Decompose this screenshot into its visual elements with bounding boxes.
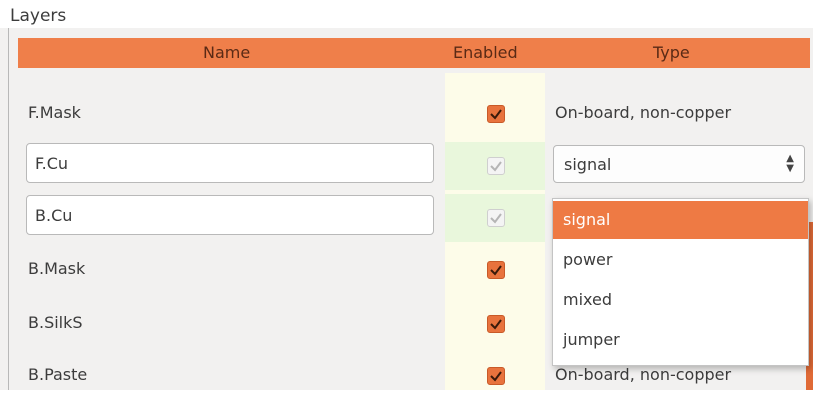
layer-type-select[interactable]: signal ▲ ▼: [553, 145, 805, 183]
layer-type: On-board, non-copper: [555, 103, 732, 122]
layer-name: B.SilkS: [28, 313, 83, 332]
column-header-name[interactable]: Name: [203, 43, 250, 62]
layer-type-dropdown: signal power mixed jumper: [552, 198, 809, 366]
checkmark-icon: [490, 319, 502, 330]
table-row-f-cu: F.Cu signal ▲ ▼: [18, 142, 810, 190]
enabled-checkbox[interactable]: [487, 315, 505, 333]
layer-name-value: B.Cu: [35, 206, 73, 225]
layer-name-value: F.Cu: [35, 154, 69, 173]
dropdown-option-power[interactable]: power: [553, 241, 808, 279]
checkmark-icon: [490, 161, 502, 172]
enabled-checkbox: [487, 157, 505, 175]
checkmark-icon: [490, 265, 502, 276]
enabled-cell: [445, 90, 545, 138]
enabled-cell: [445, 352, 545, 400]
dropdown-option-jumper[interactable]: jumper: [553, 321, 808, 359]
dropdown-option-mixed[interactable]: mixed: [553, 281, 808, 319]
panel-title: Layers: [10, 6, 67, 26]
layer-name-input[interactable]: B.Cu: [26, 195, 434, 235]
table-row-f-mask: F.Mask On-board, non-copper: [18, 90, 810, 138]
column-header-type[interactable]: Type: [653, 43, 690, 62]
dropdown-option-signal[interactable]: signal: [553, 201, 808, 239]
enabled-cell: [445, 142, 545, 190]
updown-arrows-icon: ▲ ▼: [786, 153, 794, 174]
checkmark-icon: [490, 109, 502, 120]
enabled-checkbox[interactable]: [487, 105, 505, 123]
layer-name: B.Paste: [28, 365, 88, 384]
enabled-checkbox[interactable]: [487, 261, 505, 279]
enabled-cell: [445, 246, 545, 294]
table-header: Name Enabled Type: [18, 38, 810, 68]
layer-name-input[interactable]: F.Cu: [26, 143, 434, 183]
enabled-checkbox[interactable]: [487, 367, 505, 385]
layer-name: F.Mask: [28, 103, 81, 122]
layer-name: B.Mask: [28, 259, 86, 278]
column-header-enabled[interactable]: Enabled: [453, 43, 518, 62]
checkmark-icon: [490, 213, 502, 224]
enabled-cell: [445, 194, 545, 242]
layer-type: On-board, non-copper: [555, 365, 732, 384]
checkmark-icon: [490, 371, 502, 382]
layer-type-value: signal: [564, 155, 612, 174]
enabled-cell: [445, 300, 545, 348]
enabled-checkbox: [487, 209, 505, 227]
